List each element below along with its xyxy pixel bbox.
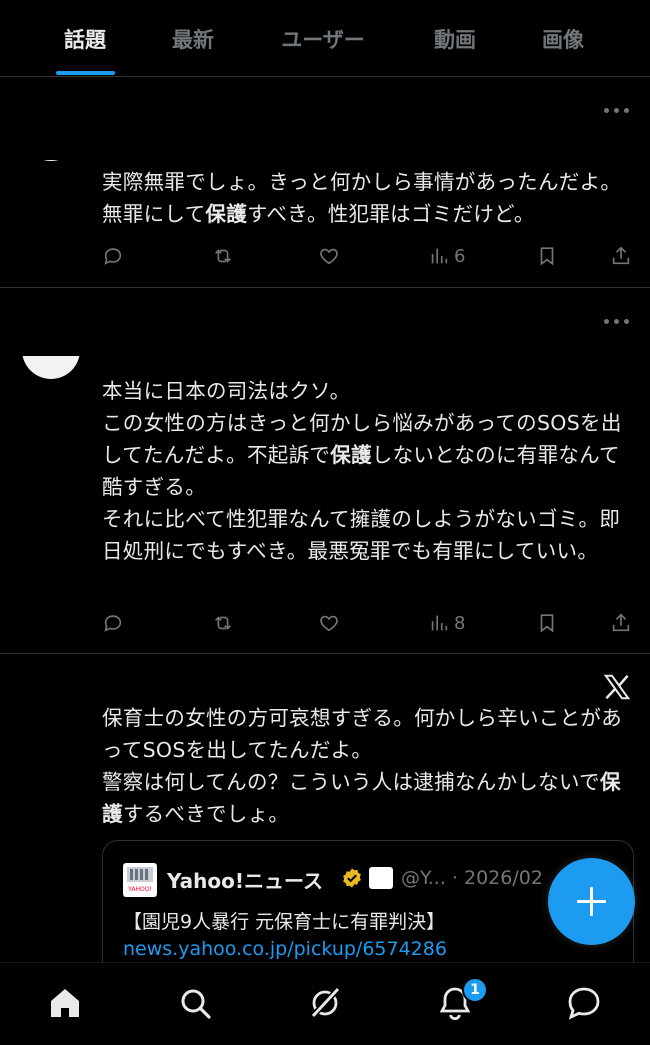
grok-icon bbox=[308, 985, 342, 1021]
bookmark-icon bbox=[540, 247, 554, 266]
share-icon bbox=[612, 613, 630, 632]
highlight-term: 保護 bbox=[205, 202, 247, 226]
active-tab-indicator bbox=[56, 71, 115, 75]
svg-text:YAHOO!: YAHOO! bbox=[127, 886, 152, 893]
verified-badge-icon bbox=[343, 868, 361, 888]
like-button[interactable] bbox=[318, 611, 340, 635]
post-2[interactable]: 本当に日本の司法はクソ。 この女性の方はきっと何かしら悩みがあってのSOSを出し… bbox=[0, 289, 650, 654]
notification-count-badge: 1 bbox=[462, 977, 488, 1003]
nav-home[interactable] bbox=[45, 983, 85, 1023]
quoted-author-name: Yahoo!ニュース bbox=[167, 869, 323, 893]
quoted-post-text: 【園児9人暴行 元保育士に有罪判決】 bbox=[123, 911, 446, 933]
reply-icon bbox=[104, 615, 122, 632]
nav-search[interactable] bbox=[175, 983, 215, 1023]
post-1[interactable]: 実際無罪でしょ。きっと何かしら事情があったんだよ。無罪にして保護すべき。性犯罪は… bbox=[0, 78, 650, 288]
bottom-navigation: 1 bbox=[0, 962, 650, 1045]
views-icon bbox=[431, 615, 448, 631]
repost-icon bbox=[215, 249, 231, 263]
top-tab-bar: 話題 最新 ユーザー 動画 画像 bbox=[0, 0, 650, 77]
quoted-post-link[interactable]: news.yahoo.co.jp/pickup/6574286 bbox=[123, 938, 447, 960]
post-actions: 8 bbox=[102, 611, 632, 635]
view-count: 6 bbox=[454, 245, 466, 267]
line-yahoo-affiliate-icon bbox=[369, 867, 393, 889]
reply-button[interactable] bbox=[102, 611, 124, 635]
bookmark-icon bbox=[540, 614, 554, 633]
tab-trending[interactable]: 話題 bbox=[30, 24, 140, 54]
highlight-term: 保護 bbox=[330, 443, 372, 467]
views-button[interactable]: 8 bbox=[428, 611, 465, 635]
share-button[interactable] bbox=[610, 611, 632, 635]
yahoo-news-avatar: YAHOO! bbox=[123, 863, 157, 897]
bookmark-button[interactable] bbox=[536, 611, 558, 635]
quoted-handle-date: @Y... · 2026/02 bbox=[401, 867, 543, 889]
post-text: 保育士の女性の方可哀想すぎる。何かしら辛いことがあってSOSを出してたんだよ。 … bbox=[102, 706, 622, 826]
tab-videos[interactable]: 動画 bbox=[400, 24, 510, 54]
tab-users[interactable]: ユーザー bbox=[268, 24, 378, 54]
home-icon bbox=[51, 989, 79, 1017]
tab-images[interactable]: 画像 bbox=[508, 24, 618, 54]
views-icon bbox=[431, 248, 448, 264]
repost-button[interactable] bbox=[212, 611, 234, 635]
compose-post-button[interactable] bbox=[548, 858, 635, 945]
repost-button[interactable] bbox=[212, 244, 234, 268]
tab-latest[interactable]: 最新 bbox=[138, 24, 248, 54]
search-icon bbox=[181, 989, 211, 1019]
more-options-button[interactable] bbox=[604, 316, 630, 326]
messages-icon bbox=[568, 987, 600, 1020]
like-button[interactable] bbox=[318, 244, 340, 268]
reply-button[interactable] bbox=[102, 244, 124, 268]
repost-icon bbox=[215, 616, 231, 630]
share-button[interactable] bbox=[610, 244, 632, 268]
reply-icon bbox=[104, 248, 122, 265]
like-icon bbox=[320, 615, 338, 632]
post-text: 実際無罪でしょ。きっと何かしら事情があったんだよ。無罪にして保護すべき。性犯罪は… bbox=[102, 170, 622, 226]
view-count: 8 bbox=[454, 612, 466, 634]
avatar[interactable] bbox=[22, 160, 80, 161]
nav-messages[interactable] bbox=[564, 983, 604, 1023]
share-icon bbox=[612, 246, 630, 265]
bookmark-button[interactable] bbox=[536, 244, 558, 268]
post-actions: 6 bbox=[102, 244, 632, 268]
post-text: 本当に日本の司法はクソ。 この女性の方はきっと何かしら悩みがあってのSOSを出し… bbox=[102, 379, 622, 563]
like-icon bbox=[320, 248, 338, 265]
views-button[interactable]: 6 bbox=[428, 244, 465, 268]
nav-grok[interactable] bbox=[305, 983, 345, 1023]
avatar[interactable] bbox=[22, 356, 80, 379]
more-options-button[interactable] bbox=[604, 105, 630, 115]
